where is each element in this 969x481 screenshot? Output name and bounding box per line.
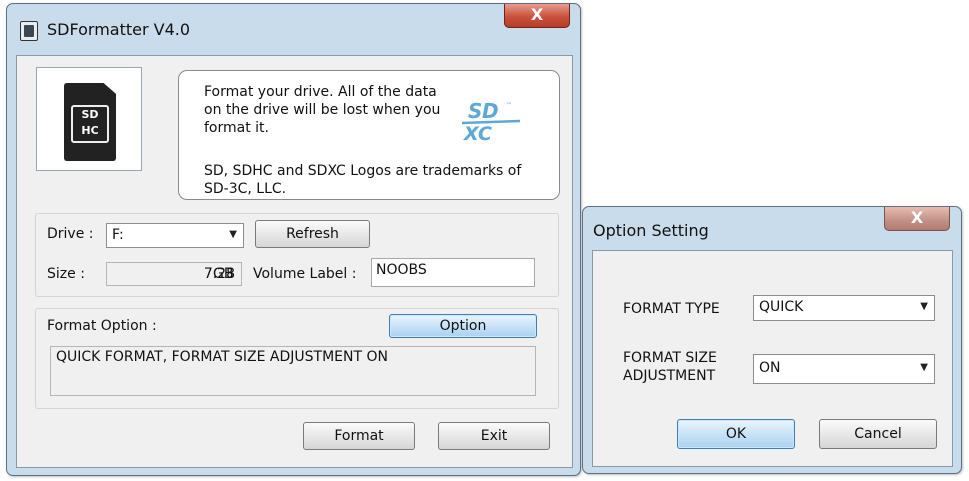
dropdown-arrow-icon: ▼ (920, 362, 928, 373)
option-setting-window: Option Setting X FORMAT TYPE QUICK ▼ FOR… (582, 206, 962, 474)
dropdown-arrow-icon: ▼ (229, 229, 237, 240)
info-panel: Format your drive. All of the data on th… (178, 70, 560, 200)
drive-select-value: F: (112, 227, 124, 243)
cancel-button[interactable]: Cancel (819, 419, 937, 449)
svg-text:S: S (468, 99, 482, 123)
format-size-label-line1: FORMAT SIZE (623, 350, 717, 366)
main-client-area: SD HC Format your drive. All of the data… (16, 55, 573, 468)
trademark-text: SD, SDHC and SDXC Logos are trademarks o… (204, 163, 522, 197)
format-type-select[interactable]: QUICK ▼ (753, 295, 935, 321)
window-title: SDFormatter V4.0 (47, 20, 191, 39)
option-button[interactable]: Option (389, 314, 537, 338)
volume-label: Volume Label : (253, 266, 357, 282)
format-size-label-line2: ADJUSTMENT (623, 368, 716, 384)
titlebar[interactable]: SDFormatter V4.0 (7, 4, 580, 54)
app-icon (20, 21, 38, 41)
format-size-adjustment-value: ON (759, 360, 781, 376)
format-button[interactable]: Format (303, 422, 415, 450)
sdformatter-window: SDFormatter V4.0 X SD HC Format your dri… (6, 3, 581, 476)
format-type-value: QUICK (759, 299, 804, 315)
format-size-adjustment-select[interactable]: ON ▼ (753, 354, 935, 384)
drive-select[interactable]: F: ▼ (106, 223, 244, 248)
format-option-description: QUICK FORMAT, FORMAT SIZE ADJUSTMENT ON (50, 346, 536, 396)
size-label: Size : (47, 266, 85, 282)
ok-button[interactable]: OK (677, 419, 795, 449)
svg-text:D: D (482, 99, 499, 123)
volume-label-input[interactable]: NOOBS (371, 258, 535, 287)
dropdown-arrow-icon: ▼ (920, 301, 928, 312)
sd-card-icon: SD HC (64, 83, 116, 161)
drive-label: Drive : (47, 226, 94, 242)
close-button[interactable]: X (504, 4, 570, 28)
format-option-label: Format Option : (47, 318, 157, 334)
svg-text:XC: XC (463, 123, 492, 143)
option-client-area: FORMAT TYPE QUICK ▼ FORMAT SIZE ADJUSTME… (592, 250, 953, 467)
sd-card-image-frame: SD HC (36, 67, 142, 171)
warning-text: Format your drive. All of the data on th… (204, 84, 441, 136)
refresh-button[interactable]: Refresh (255, 220, 370, 248)
svg-text:™: ™ (506, 102, 512, 109)
sdxc-logo: S D ™ XC (461, 99, 521, 143)
sdhc-logo: SD HC (71, 105, 109, 143)
size-unit: GB (213, 266, 234, 282)
option-window-title: Option Setting (593, 221, 709, 240)
format-type-label: FORMAT TYPE (623, 301, 720, 317)
exit-button[interactable]: Exit (438, 422, 550, 450)
option-close-button[interactable]: X (884, 207, 950, 231)
